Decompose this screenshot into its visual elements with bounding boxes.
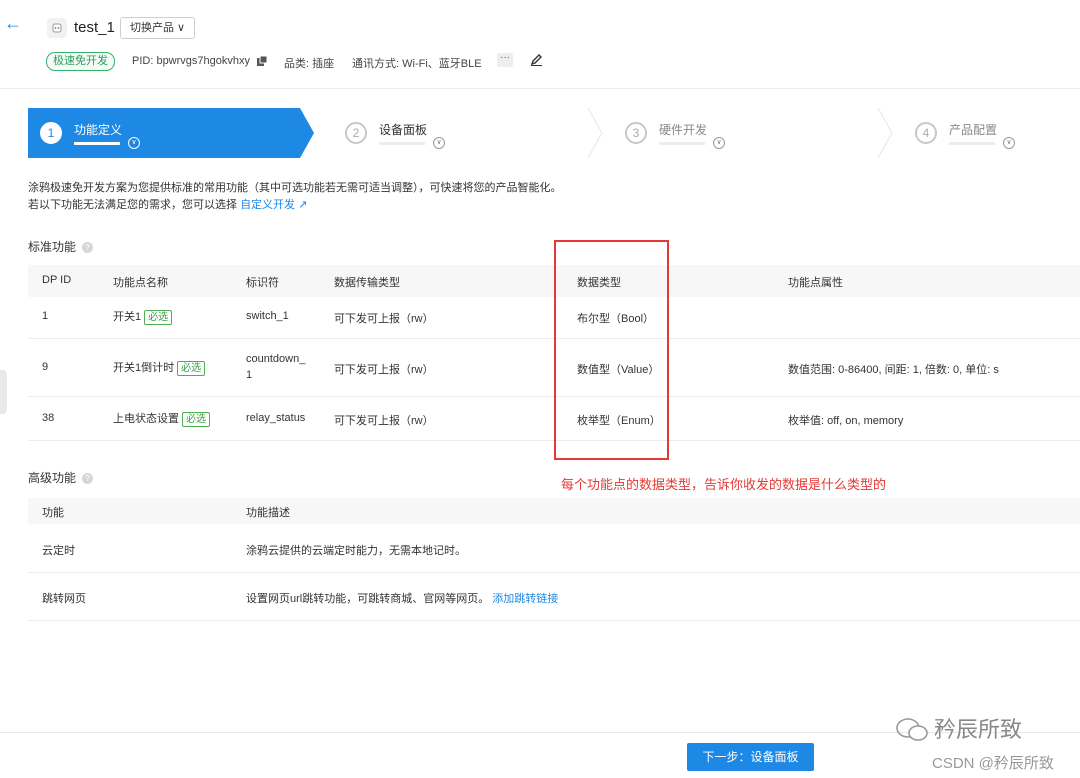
side-collapse-handle[interactable]: [0, 370, 7, 414]
category-text: 品类: 插座: [284, 58, 335, 70]
help-icon[interactable]: ?: [82, 242, 94, 254]
chevron-down-icon: ∨: [433, 137, 445, 149]
chevron-down-icon: ∨: [128, 137, 140, 149]
product-icon: [47, 18, 67, 38]
step-function-definition[interactable]: 1 功能定义 ∨: [28, 108, 314, 158]
chevron-down-icon: ∨: [1003, 137, 1015, 149]
advanced-table-header: 功能 功能描述: [28, 498, 1080, 524]
step-hardware-dev[interactable]: 3 硬件开发 ∨: [613, 108, 863, 158]
table-row: 跳转网页 设置网页url跳转功能，可跳转商城、官网等网页。 添加跳转链接: [28, 572, 1080, 621]
copy-icon[interactable]: [257, 55, 268, 67]
comm-text: 通讯方式: Wi-Fi、蓝牙BLE: [352, 58, 482, 70]
standard-functions-title: 标准功能?: [28, 238, 94, 255]
step-device-panel[interactable]: 2 设备面板 ∨: [333, 108, 583, 158]
help-icon[interactable]: ?: [82, 473, 94, 485]
quick-dev-tag: 极速免开发: [46, 52, 115, 71]
edit-icon[interactable]: [530, 53, 543, 69]
required-badge: 必选: [177, 361, 206, 376]
back-arrow-icon[interactable]: ←: [4, 14, 22, 32]
required-badge: 必选: [182, 412, 210, 427]
watermark-csdn: CSDN @矜辰所致: [932, 755, 1054, 772]
step-product-config[interactable]: 4 产品配置 ∨: [903, 108, 1080, 158]
chevron-down-icon: ∨: [713, 137, 725, 149]
intro-line-2: 若以下功能无法满足您的需求，您可以选择 自定义开发 ↗: [28, 199, 308, 211]
intro-line-1: 涂鸦极速免开发方案为您提供标准的常用功能（其中可选功能若无需可适当调整），可快速…: [28, 182, 562, 194]
switch-product-button[interactable]: 切换产品 ∨: [120, 17, 196, 39]
advanced-functions-title: 高级功能?: [28, 469, 94, 486]
watermark-title: 矜辰所致: [934, 717, 1023, 742]
step-progress: 1 功能定义 ∨ 2 设备面板 ∨ 3 硬件开发 ∨ 4 产品配置 ∨: [28, 108, 1080, 158]
pid-text: PID: bpwrvgs7hgokvhxy: [132, 55, 268, 67]
next-step-button[interactable]: 下一步：设备面板: [687, 743, 814, 771]
required-badge: 必选: [144, 310, 173, 325]
add-jump-link[interactable]: 添加跳转链接: [492, 593, 558, 605]
annotation-text: 每个功能点的数据类型，告诉你收发的数据是什么类型的: [561, 477, 887, 492]
header-divider: [0, 88, 1080, 89]
external-link-icon: ↗: [298, 199, 308, 211]
product-name: test_1: [74, 19, 115, 36]
highlight-box: [554, 240, 669, 460]
more-button[interactable]: ···: [497, 53, 513, 67]
custom-dev-link[interactable]: 自定义开发: [240, 199, 295, 211]
wechat-icon: [895, 716, 929, 747]
table-row: 云定时 涂鸦云提供的云端定时能力，无需本地记时。: [28, 524, 1080, 573]
